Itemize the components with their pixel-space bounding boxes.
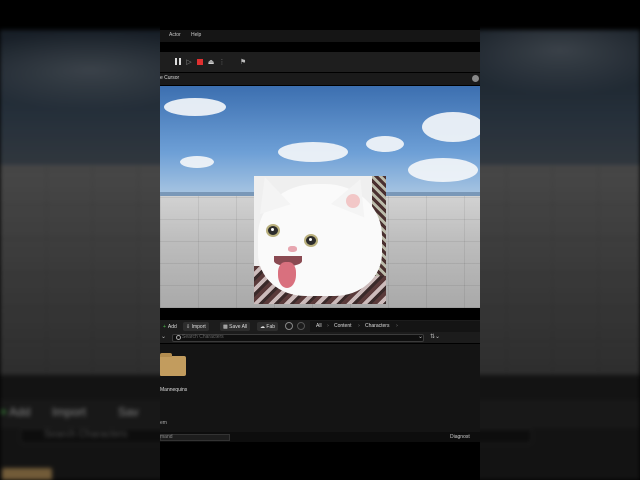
cloud [422, 112, 480, 142]
pause-icon[interactable] [174, 57, 182, 66]
editor-window: Actor Help ▷ ⏏ ⋮ ⚑ e Cursor + Add ⇩ Impo… [160, 0, 480, 480]
video-frame: + Add Import Sav Search Characters Actor … [0, 0, 640, 480]
items-count: em [160, 420, 167, 426]
cat-tongue [278, 262, 296, 288]
stop-icon[interactable] [196, 57, 204, 66]
game-viewport[interactable] [160, 86, 480, 308]
chevron-right-icon: › [358, 323, 360, 329]
play-icon[interactable]: ▷ [185, 57, 193, 66]
more-options-icon[interactable]: ⋮ [218, 57, 226, 66]
viewport-header [160, 73, 480, 85]
chevron-right-icon: › [327, 323, 329, 329]
history-back-icon[interactable] [285, 322, 293, 330]
fab-icon: ☁ [260, 323, 265, 330]
cat-eye-left [266, 224, 280, 237]
cloud [164, 98, 226, 116]
chevron-down-icon[interactable]: ⌄ [161, 333, 166, 340]
viewport-title: e Cursor [160, 75, 180, 81]
save-icon: ▩ [223, 323, 228, 330]
search-placeholder: Search Characters [182, 334, 224, 340]
menu-item-help[interactable]: Help [191, 32, 201, 38]
cloud [180, 156, 214, 168]
import-button[interactable]: ⇩ Import [183, 322, 209, 331]
folder-icon[interactable] [160, 353, 186, 376]
cloud [408, 158, 478, 182]
breadcrumb-all[interactable]: All [316, 323, 322, 329]
history-forward-icon[interactable] [297, 322, 305, 330]
cloud [366, 136, 404, 152]
chevron-right-icon: › [396, 323, 398, 329]
save-all-button[interactable]: ▩ Save All [220, 322, 251, 331]
fab-button[interactable]: ☁ Fab [257, 322, 279, 331]
import-icon: ⇩ [186, 323, 191, 330]
asset-grid [160, 344, 480, 432]
filter-icon[interactable]: ⇅⌄ [430, 333, 440, 340]
plus-icon: + [163, 323, 166, 330]
breadcrumb-content[interactable]: Content [334, 323, 352, 329]
close-icon[interactable] [472, 75, 479, 82]
chevron-down-icon[interactable]: ⌄ [418, 333, 423, 340]
cat-nose [288, 246, 297, 252]
breadcrumb-characters[interactable]: Characters [365, 323, 389, 329]
add-button[interactable]: + Add [160, 322, 180, 331]
cat-eye-right [304, 234, 318, 247]
menu-item-actor[interactable]: Actor [169, 32, 181, 38]
diagnostics-button[interactable]: Diagnost [450, 434, 470, 440]
eject-icon[interactable]: ⏏ [207, 57, 215, 66]
menu-bar [160, 30, 480, 42]
command-placeholder: mand [160, 434, 173, 440]
flag-icon[interactable]: ⚑ [239, 57, 247, 66]
search-icon [176, 335, 181, 340]
cat-image [254, 176, 386, 304]
folder-label[interactable]: Mannequins [160, 387, 187, 393]
cat-ear-inner [346, 194, 360, 208]
cloud [278, 142, 348, 162]
